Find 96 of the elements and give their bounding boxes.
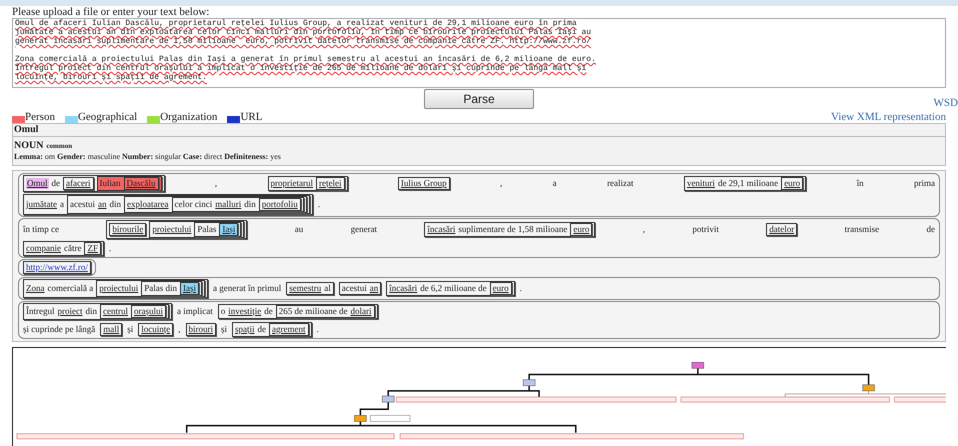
- word[interactable]: jumătate: [26, 199, 57, 210]
- word[interactable]: Palas: [197, 224, 216, 235]
- word[interactable]: de: [52, 178, 60, 189]
- word-title: Omul: [13, 124, 945, 137]
- word[interactable]: prima: [914, 178, 935, 189]
- word[interactable]: a: [552, 178, 557, 189]
- wsdl-link[interactable]: WSD: [934, 95, 958, 112]
- word[interactable]: Iulian: [100, 178, 120, 189]
- word[interactable]: an: [370, 283, 378, 294]
- word[interactable]: semestru: [289, 283, 322, 294]
- word[interactable]: agrement: [272, 324, 306, 335]
- word[interactable]: generat: [350, 224, 378, 235]
- url-link[interactable]: http://www.zf.ro/: [26, 262, 88, 273]
- word[interactable]: exploatarea: [127, 199, 168, 210]
- word[interactable]: și cuprinde pe lângă: [23, 324, 96, 335]
- word[interactable]: realizat: [607, 178, 634, 189]
- parse-button[interactable]: Parse: [424, 89, 534, 109]
- word[interactable]: proiectului: [152, 224, 192, 235]
- word[interactable]: mall: [103, 324, 120, 335]
- word[interactable]: comercială a: [48, 283, 94, 294]
- word[interactable]: încasări: [389, 283, 418, 294]
- word[interactable]: au: [294, 224, 304, 235]
- morph-features: Lemma: om Gender: masculine Number: singular Case: direct Definiteness: yes: [13, 152, 282, 163]
- word[interactable]: suplimentare de 1,58 milioane: [458, 224, 568, 235]
- word[interactable]: birouri: [188, 324, 213, 335]
- legend-label: Organization: [160, 112, 218, 122]
- word[interactable]: locuințe: [141, 324, 170, 335]
- word[interactable]: rețelei: [319, 178, 342, 189]
- word[interactable]: malluri: [215, 199, 242, 210]
- word[interactable]: ,: [214, 178, 218, 189]
- word[interactable]: Zona: [26, 283, 44, 294]
- xml-link[interactable]: View XML representation: [830, 112, 946, 122]
- word[interactable]: și: [221, 324, 228, 335]
- word[interactable]: către: [64, 243, 82, 254]
- word[interactable]: în: [856, 178, 864, 189]
- word[interactable]: ZF: [87, 243, 98, 254]
- word[interactable]: spații: [235, 324, 255, 335]
- word[interactable]: proiect: [58, 306, 82, 317]
- word[interactable]: de: [926, 224, 935, 235]
- word[interactable]: a implicat: [177, 306, 213, 317]
- word[interactable]: din: [244, 199, 256, 210]
- word[interactable]: acestui: [70, 199, 95, 210]
- word[interactable]: a generat în primul: [212, 283, 282, 294]
- word[interactable]: investiție: [228, 306, 262, 317]
- word[interactable]: centrul: [103, 306, 128, 317]
- word[interactable]: proprietarul: [270, 178, 314, 189]
- word[interactable]: potrivit: [692, 224, 719, 235]
- word[interactable]: celor cinci: [174, 199, 212, 210]
- word[interactable]: Palas din: [144, 283, 177, 294]
- word[interactable]: de: [264, 306, 273, 317]
- word[interactable]: euro: [784, 178, 800, 189]
- pos-label: NOUN: [14, 140, 44, 151]
- word[interactable]: al: [324, 283, 331, 294]
- word[interactable]: din: [86, 306, 98, 317]
- word[interactable]: în timp ce: [23, 224, 59, 235]
- text-input-field[interactable]: Omul de afaceri Iulian Dascălu, proprietarul rețelei Iulius Group, a realizat venituri de 29,1 milioane euro în prima jumătate a acestui an din exploatarea celor cinci malluri din portofoliu, în timp ce birourile proiectului Palas Iași au generat încasări suplimentare de 1,58 milioane euro, potrivit datelor transmise de companie către ZF. http://www.zf.ro/ Zona comercială a proiectului Palas din Iași a generat în primul semestru al acestui an încasări de 6,2 milioane de euro. Întregul proiect din centrul orașului a implicat o investiție de 265 de milioane de dolari și cuprinde pe lângă mall și locuințe, birouri și spații de agrement.: [12, 18, 946, 88]
- legend-label: Person: [25, 112, 55, 122]
- word[interactable]: Omul: [26, 178, 49, 189]
- word[interactable]: o: [220, 306, 226, 317]
- word[interactable]: .: [316, 324, 319, 335]
- word[interactable]: .: [520, 283, 522, 294]
- word[interactable]: din: [110, 199, 122, 210]
- legend-label: Geographical: [78, 112, 138, 122]
- word[interactable]: transmise: [844, 224, 880, 235]
- word[interactable]: ,: [500, 178, 502, 189]
- word[interactable]: companie: [26, 243, 61, 254]
- word[interactable]: datelor: [769, 224, 794, 235]
- word[interactable]: ,: [178, 324, 180, 335]
- word[interactable]: venituri: [686, 178, 715, 189]
- word[interactable]: Iași: [182, 283, 196, 294]
- word[interactable]: de 29,1 milioane: [718, 178, 778, 189]
- word[interactable]: Dascălu: [126, 178, 156, 189]
- word[interactable]: 265 de milioane de: [278, 306, 348, 317]
- legend-label: URL: [240, 112, 262, 122]
- word[interactable]: dolari: [350, 306, 372, 317]
- word[interactable]: ,: [642, 224, 645, 235]
- word[interactable]: Întregul: [26, 306, 54, 317]
- word[interactable]: orașului: [134, 306, 164, 317]
- word[interactable]: portofoliu: [262, 199, 298, 210]
- word[interactable]: birourile: [112, 224, 144, 235]
- word[interactable]: de: [258, 324, 266, 335]
- word[interactable]: euro: [492, 283, 509, 294]
- word[interactable]: Iulius Group: [400, 178, 447, 189]
- word[interactable]: .: [318, 199, 320, 210]
- word[interactable]: a: [60, 199, 64, 210]
- word[interactable]: încasări: [427, 224, 456, 235]
- word[interactable]: și: [127, 324, 134, 335]
- word[interactable]: acestui: [342, 283, 367, 294]
- word[interactable]: an: [98, 199, 106, 210]
- upload-label: Please upload a file or enter your text below:: [12, 6, 210, 18]
- word[interactable]: de 6,2 milioane de: [420, 283, 487, 294]
- word[interactable]: .: [109, 243, 112, 254]
- word[interactable]: Iași: [222, 224, 236, 235]
- word[interactable]: euro: [573, 224, 590, 235]
- word[interactable]: afaceri: [66, 178, 90, 189]
- word[interactable]: proiectului: [99, 283, 138, 294]
